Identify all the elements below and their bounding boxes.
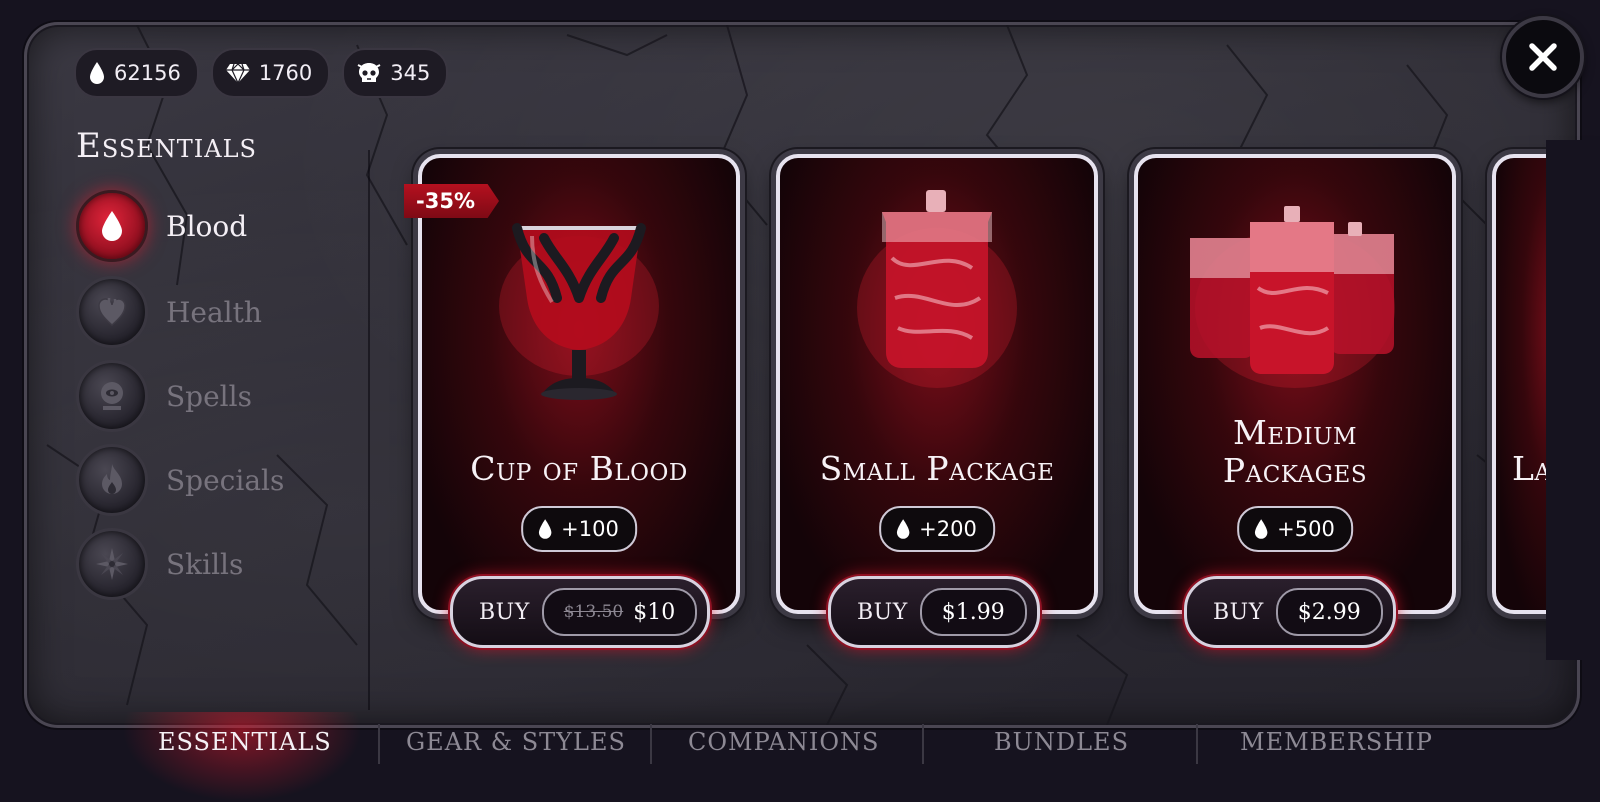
blood-bags-illustration [1190,206,1395,388]
sidebar-item-skills[interactable]: Skills [76,528,243,600]
product-card-small-package[interactable]: Small Package +200 [776,154,1098,614]
price: $2.99 [1297,599,1361,625]
old-price: $13.50 [563,602,624,622]
tab-companions[interactable]: COMPANIONS [688,728,880,756]
price-box: $2.99 [1275,588,1383,636]
buy-button-cup-of-blood[interactable]: BUY $13.50 $10 [450,576,711,648]
reward-value: +100 [561,517,619,541]
sidebar-item-label: Specials [166,463,285,497]
currency-diamonds-value: 1760 [258,61,313,85]
price: $10 [633,599,676,625]
flame-icon [102,464,122,494]
reward-pill: +500 [1237,506,1353,552]
sidebar-item-specials[interactable]: Specials [76,444,284,516]
blood-drop-icon [102,211,122,241]
sidebar-item-label: Skills [166,547,244,581]
buy-button-medium-packages[interactable]: BUY $2.99 [1184,576,1396,648]
discount-badge: -35% [404,184,499,218]
bottom-tab-bar: ESSENTIALS GEAR & STYLES COMPANIONS BUND… [0,712,1600,800]
sidebar-item-health[interactable]: Health [76,276,262,348]
frame-edge-mask [1546,140,1600,660]
sidebar-item-label: Health [166,295,262,329]
compass-star-icon [96,548,128,580]
tab-divider [1196,724,1198,764]
currency-blood: 62156 [74,48,199,98]
sidebar-divider [368,150,370,710]
sidebar-item-label: Blood [166,209,248,243]
tab-divider [650,724,652,764]
blood-drop-icon [538,519,552,539]
product-card-medium-packages[interactable]: Medium Packages +500 [1134,154,1456,614]
tab-gear-styles[interactable]: GEAR & STYLES [406,728,626,756]
reward-pill: +100 [521,506,637,552]
tab-membership[interactable]: MEMBERSHIP [1240,728,1433,756]
product-title: Medium Packages [1138,414,1452,490]
reward-pill: +200 [879,506,995,552]
sidebar-title: Essentials [76,126,257,166]
product-title-line1: Medium [1232,413,1358,452]
sidebar-icon-wrap [76,528,148,600]
product-card-cup-of-blood[interactable]: Cup of Blood +100 [418,154,740,614]
skull-icon [357,63,381,82]
blood-drop-icon [1254,519,1268,539]
reward-value: +500 [1277,517,1335,541]
product-title-line2: Packages [1222,451,1368,490]
sidebar-icon-wrap [76,276,148,348]
tab-divider [922,724,924,764]
crystal-ball-icon [101,382,123,410]
currency-skulls: 345 [342,48,449,98]
tab-essentials[interactable]: ESSENTIALS [158,728,332,756]
currency-diamonds: 1760 [210,48,331,98]
price: $1.99 [941,599,1005,625]
sidebar-item-blood[interactable]: Blood [76,190,247,262]
price-box: $1.99 [919,588,1027,636]
currency-bar: 62156 1760 345 [74,48,449,98]
product-title: Cup of Blood [470,449,688,488]
buy-label: BUY [1213,599,1264,625]
price-box: $13.50 $10 [541,588,698,636]
sidebar-icon-wrap [76,444,148,516]
sidebar-item-spells[interactable]: Spells [76,360,252,432]
buy-button-small-package[interactable]: BUY $1.99 [828,576,1040,648]
tab-divider [378,724,380,764]
buy-label: BUY [857,599,908,625]
sidebar-icon-wrap [76,360,148,432]
reward-value: +200 [919,517,977,541]
close-icon [1529,43,1557,71]
currency-blood-value: 62156 [114,61,181,85]
diamond-icon [225,63,250,84]
heart-icon [98,298,126,327]
blood-bag-illustration [857,190,1017,388]
product-title: Small Package [819,449,1055,488]
blood-drop-icon [90,62,104,84]
buy-label: BUY [479,599,530,625]
sidebar-item-label: Spells [166,379,252,413]
close-button[interactable] [1502,16,1584,98]
blood-drop-icon [896,519,910,539]
currency-skulls-value: 345 [390,61,431,85]
tab-bundles[interactable]: BUNDLES [994,728,1129,756]
sidebar-icon-wrap [76,190,148,262]
